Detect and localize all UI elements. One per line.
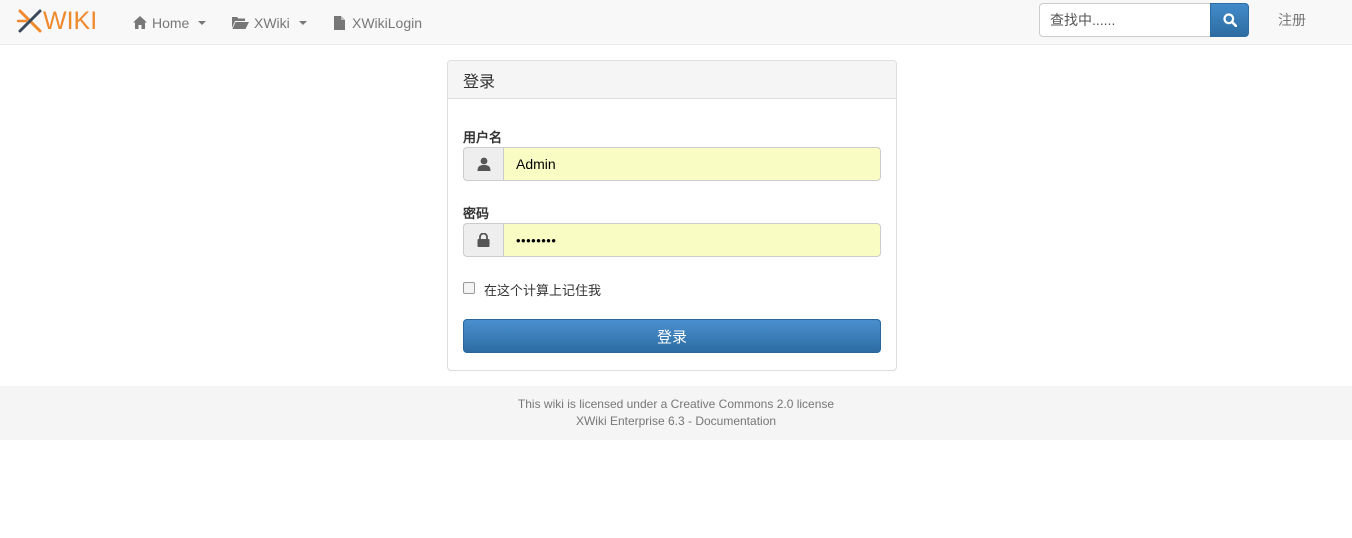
xwiki-x-icon xyxy=(17,9,42,33)
password-field[interactable]: •••••••• xyxy=(503,223,881,257)
footer-separator: - xyxy=(684,414,696,428)
chevron-down-icon xyxy=(298,20,307,25)
nav-home[interactable]: Home xyxy=(133,0,207,45)
remember-me: 在这个计算上记住我 xyxy=(463,280,601,299)
nav-xwiki[interactable]: XWiki xyxy=(232,0,307,45)
search-form xyxy=(1039,3,1249,37)
license-suffix: license xyxy=(793,397,835,411)
version-line: XWiki Enterprise 6.3 - Documentation xyxy=(0,413,1352,430)
password-group: •••••••• xyxy=(463,223,881,257)
page-footer: This wiki is licensed under a Creative C… xyxy=(0,386,1352,440)
license-prefix: This wiki is licensed under a xyxy=(517,397,671,411)
nav-xwikilogin[interactable]: XWikiLogin xyxy=(334,0,422,45)
nav-home-label: Home xyxy=(152,14,190,31)
username-field[interactable]: Admin xyxy=(503,147,881,181)
username-group: Admin xyxy=(463,147,881,181)
documentation-link[interactable]: Documentation xyxy=(695,414,776,428)
product-version: XWiki Enterprise 6.3 xyxy=(575,414,685,428)
search-icon xyxy=(1222,13,1237,27)
lock-icon xyxy=(477,233,490,247)
nav-xwiki-label: XWiki xyxy=(254,14,290,31)
login-button[interactable]: 登录 xyxy=(463,319,881,353)
user-icon xyxy=(477,157,490,171)
search-button[interactable] xyxy=(1210,3,1249,37)
login-panel: 登录 用户名 Admin 密码 •••••••• 在这个计算上记住我 登录 xyxy=(447,60,897,371)
login-panel-title: 登录 xyxy=(448,61,896,99)
username-label: 用户名 xyxy=(463,130,503,145)
folder-open-icon xyxy=(232,17,249,29)
search-input[interactable] xyxy=(1039,3,1210,37)
home-icon xyxy=(133,16,147,29)
top-navbar: WIKI Home XWiki XWikiLogin 注册 xyxy=(0,0,1352,45)
file-icon xyxy=(334,15,345,30)
lock-icon-addon xyxy=(463,223,503,257)
password-label: 密码 xyxy=(463,206,490,221)
nav-xwikilogin-label: XWikiLogin xyxy=(352,14,423,31)
chevron-down-icon xyxy=(198,20,207,25)
license-line: This wiki is licensed under a Creative C… xyxy=(0,396,1352,413)
xwiki-logo[interactable]: WIKI xyxy=(17,6,97,36)
license-link[interactable]: Creative Commons 2.0 xyxy=(671,397,794,411)
remember-checkbox[interactable] xyxy=(463,281,475,294)
user-icon-addon xyxy=(463,147,503,181)
register-link[interactable]: 注册 xyxy=(1278,0,1306,40)
logo-text: WIKI xyxy=(43,7,98,35)
remember-label: 在这个计算上记住我 xyxy=(484,283,602,298)
